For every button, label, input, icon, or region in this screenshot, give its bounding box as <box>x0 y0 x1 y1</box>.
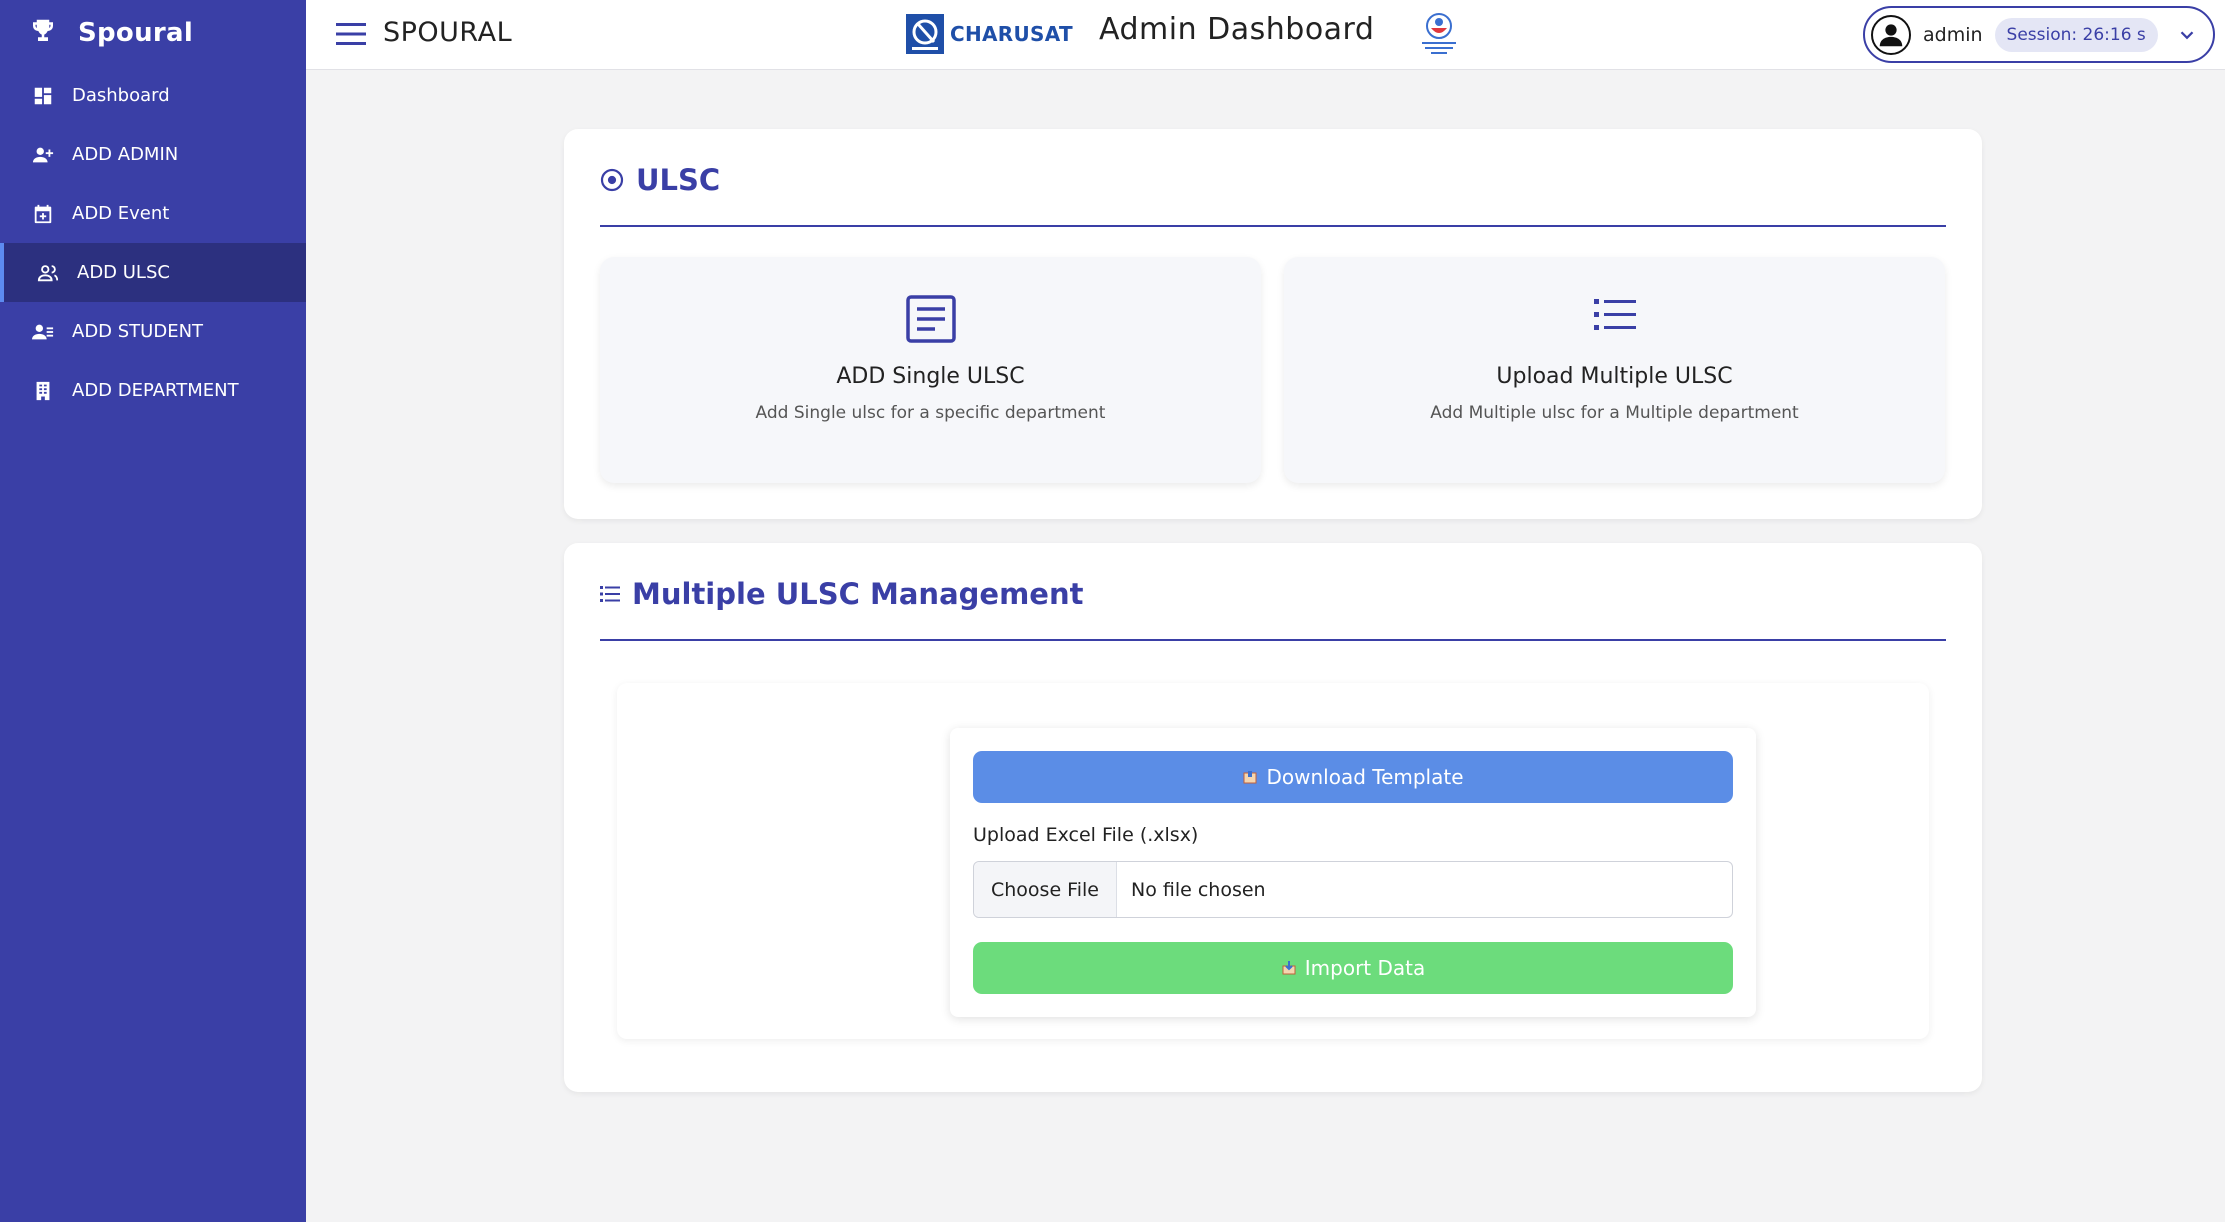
upload-multiple-ulsc-option[interactable]: Upload Multiple ULSC Add Multiple ulsc f… <box>1284 257 1945 483</box>
sidebar-item-add-ulsc[interactable]: ADD ULSC <box>0 243 306 302</box>
list-icon <box>600 586 620 602</box>
option-description: Add Multiple ulsc for a Multiple departm… <box>1430 403 1799 423</box>
calendar-plus-icon <box>34 204 52 223</box>
multiple-ulsc-management-card: Multiple ULSC Management Download Templa… <box>564 543 1982 1092</box>
sidebar-item-add-admin[interactable]: ADD ADMIN <box>0 125 306 184</box>
top-bar: SPOURAL CHARUSAT Admin Dashboard admin S… <box>306 0 2225 70</box>
ulsc-card-divider <box>600 225 1946 227</box>
sidebar-item-label: ADD ULSC <box>77 262 170 283</box>
file-status-text: No file chosen <box>1130 878 1266 901</box>
excel-file-input[interactable]: Choose File No file chosen <box>973 861 1733 918</box>
student-list-icon <box>32 324 54 339</box>
session-timer-badge: Session: 26:16 s <box>1994 17 2158 52</box>
sidebar-item-label: ADD Event <box>72 203 170 224</box>
sidebar-item-add-department[interactable]: ADD DEPARTMENT <box>0 361 306 420</box>
university-name: CHARUSAT <box>950 22 1073 46</box>
user-name: admin <box>1923 23 1983 46</box>
inbox-icon <box>1282 961 1296 975</box>
hamburger-menu-icon[interactable] <box>336 21 366 47</box>
sidebar: Spoural Dashboard ADD ADMIN ADD Event AD… <box>0 0 306 1222</box>
page-title: Admin Dashboard <box>1099 12 1375 47</box>
sidebar-item-add-event[interactable]: ADD Event <box>0 184 306 243</box>
trophy-icon <box>28 16 58 50</box>
list-icon <box>1593 299 1636 330</box>
sidebar-item-label: Dashboard <box>72 85 170 106</box>
management-card-header: Multiple ULSC Management <box>600 577 1083 611</box>
building-icon <box>36 381 50 400</box>
dashboard-icon <box>34 87 52 104</box>
import-data-label: Import Data <box>1304 956 1426 980</box>
charusat-logo: CHARUSAT <box>906 14 1073 54</box>
compass-icon <box>600 168 624 192</box>
option-title: Upload Multiple ULSC <box>1496 364 1733 389</box>
sidebar-item-label: ADD ADMIN <box>72 144 179 165</box>
user-avatar-icon <box>1871 14 1911 55</box>
ulsc-card: ULSC ADD Single ULSC Add Single ulsc for… <box>564 129 1982 519</box>
import-data-button[interactable]: Import Data <box>973 942 1733 994</box>
option-description: Add Single ulsc for a specific departmen… <box>755 403 1106 423</box>
option-title: ADD Single ULSC <box>836 364 1025 389</box>
add-single-ulsc-option[interactable]: ADD Single ULSC Add Single ulsc for a sp… <box>600 257 1261 483</box>
sidebar-item-add-student[interactable]: ADD STUDENT <box>0 302 306 361</box>
sidebar-nav: Dashboard ADD ADMIN ADD Event ADD ULSC A… <box>0 66 306 420</box>
ulsc-logo-icon <box>1422 13 1456 54</box>
charusat-emblem-icon <box>906 14 944 54</box>
upload-file-label: Upload Excel File (.xlsx) <box>973 824 1199 846</box>
app-name: SPOURAL <box>383 17 513 48</box>
choose-file-button[interactable]: Choose File <box>974 862 1117 917</box>
sidebar-item-label: ADD DEPARTMENT <box>72 380 239 401</box>
download-template-label: Download Template <box>1266 765 1464 789</box>
chevron-down-icon[interactable] <box>2176 24 2198 46</box>
sidebar-item-dashboard[interactable]: Dashboard <box>0 66 306 125</box>
management-card-title: Multiple ULSC Management <box>632 577 1084 611</box>
download-template-button[interactable]: Download Template <box>973 751 1733 803</box>
import-panel: Download Template Upload Excel File (.xl… <box>617 683 1929 1039</box>
ulsc-card-header: ULSC <box>600 163 720 197</box>
sidebar-item-label: ADD STUDENT <box>72 321 204 342</box>
ulsc-card-title: ULSC <box>636 163 721 197</box>
sidebar-brand[interactable]: Spoural <box>0 0 306 66</box>
user-menu[interactable]: admin Session: 26:16 s <box>1863 6 2215 63</box>
users-icon <box>37 264 59 281</box>
brand-name: Spoural <box>78 18 194 48</box>
document-icon <box>905 295 956 343</box>
package-icon <box>1243 771 1257 784</box>
management-card-divider <box>600 639 1946 641</box>
add-user-icon <box>32 147 54 162</box>
import-form: Download Template Upload Excel File (.xl… <box>950 728 1756 1017</box>
